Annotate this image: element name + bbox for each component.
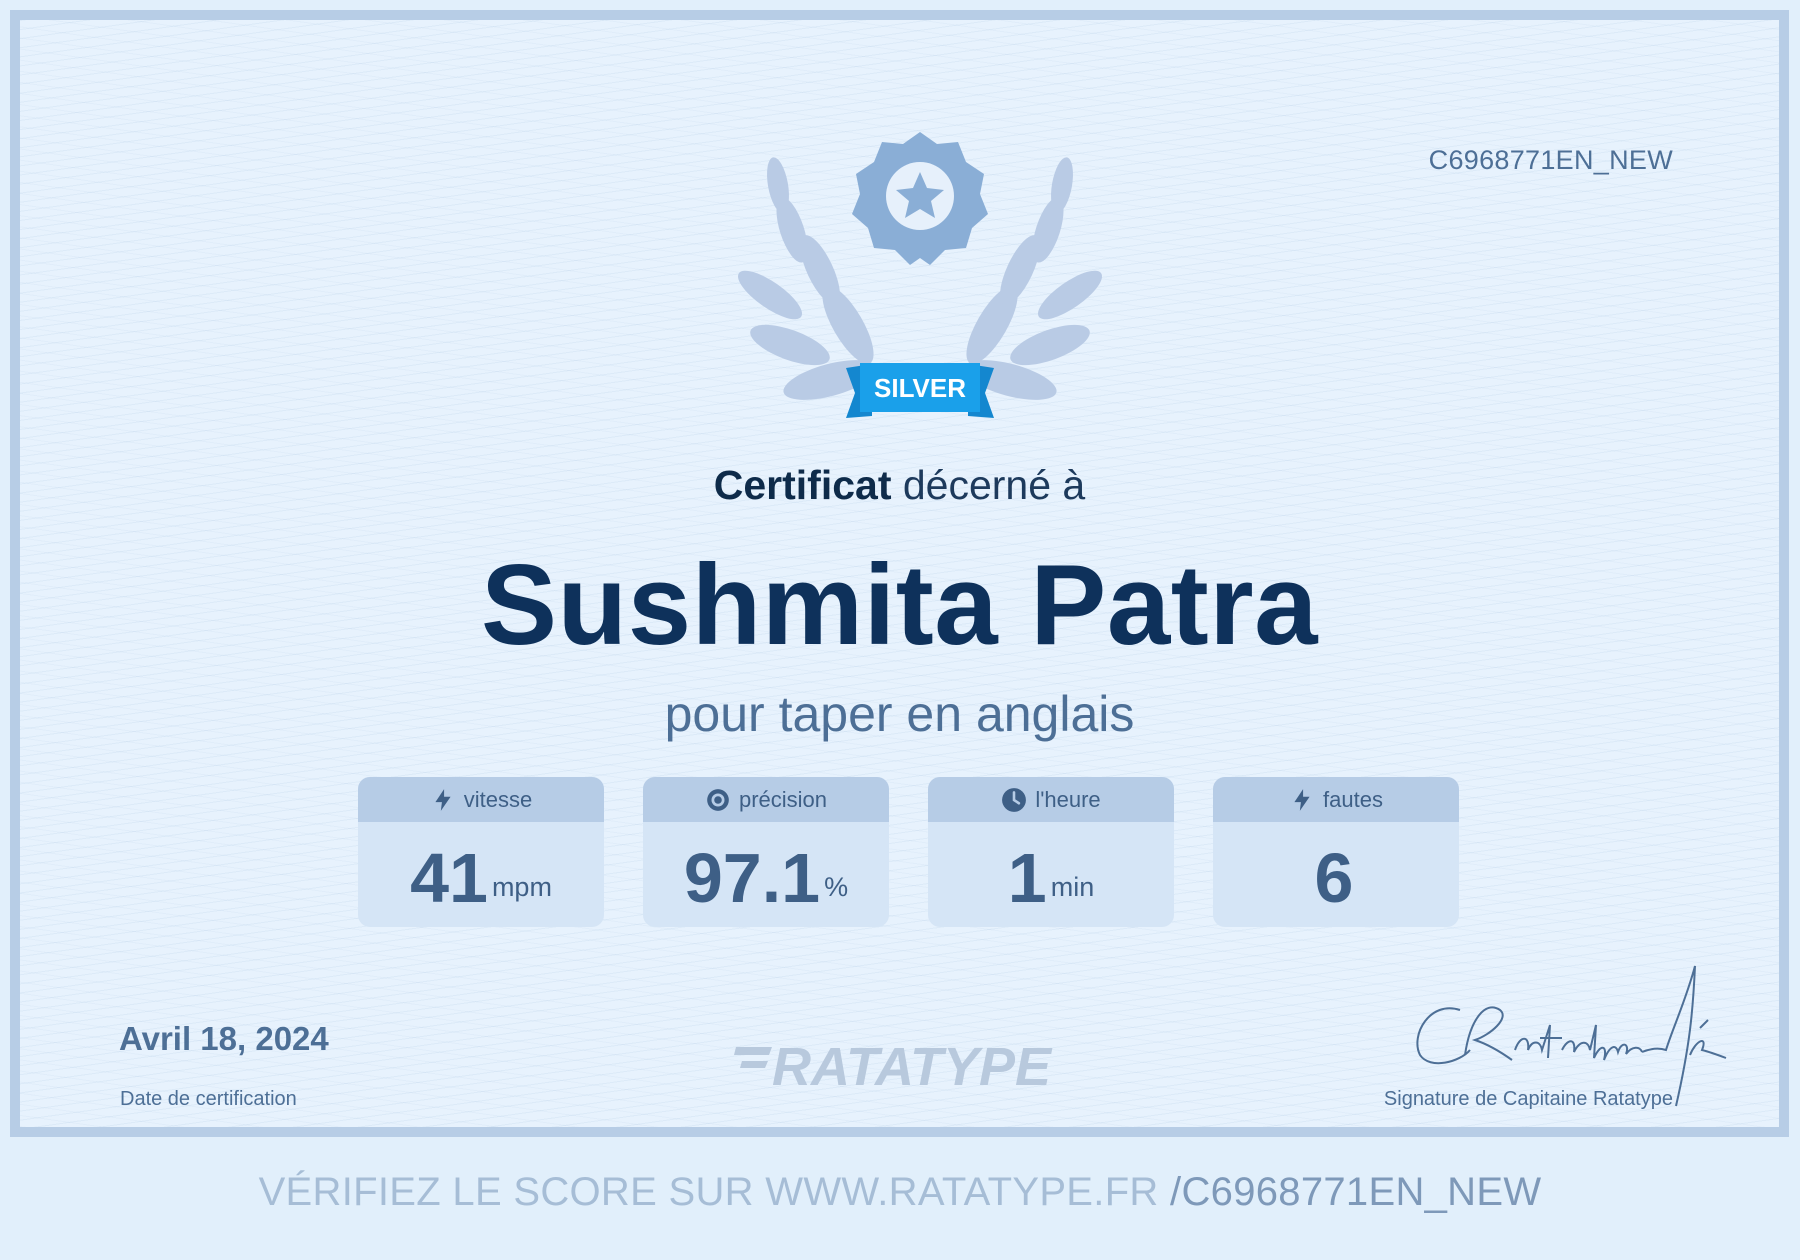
lightning-icon: [1294, 788, 1310, 811]
stat-header: l'heure: [928, 777, 1174, 822]
certificate-title: Certificat décerné à: [20, 462, 1779, 509]
title-bold: Certificat: [713, 462, 892, 508]
verify-footer: VÉRIFIEZ LE SCORE SUR WWW.RATATYPE.FR /C…: [0, 1170, 1800, 1215]
stats-row: vitesse 41 mpm précision 97.1 % l'heure: [358, 777, 1459, 927]
stat-label: vitesse: [463, 786, 533, 812]
verify-code: /C6968771EN_NEW: [1170, 1170, 1542, 1214]
stat-label: l'heure: [1035, 786, 1101, 812]
certificate-subtitle: pour taper en anglais: [664, 686, 1135, 742]
stat-accuracy: précision 97.1 %: [643, 777, 889, 927]
stat-value: 6: [1314, 838, 1354, 917]
stat-header: vitesse: [358, 777, 604, 822]
signature-label: Signature de Capitaine Ratatype: [1383, 1088, 1673, 1110]
badge-label: SILVER: [874, 373, 966, 403]
verify-text: VÉRIFIEZ LE SCORE SUR WWW.RATATYPE.FR: [258, 1170, 1171, 1214]
stat-value: 97.1: [683, 838, 821, 917]
stat-time: l'heure 1 min: [928, 777, 1174, 927]
stat-header: fautes: [1213, 777, 1459, 822]
stat-unit: min: [1050, 872, 1095, 902]
lightning-icon: [435, 788, 451, 811]
stat-unit: %: [824, 872, 849, 902]
logo-text: RATATYPE: [772, 1037, 1053, 1095]
recipient-name: Sushmita Patra: [481, 542, 1318, 669]
certificate: C6968771EN_NEW SILVER Certificat décerné…: [10, 10, 1789, 1137]
star-badge-icon: [852, 132, 988, 265]
stat-label: fautes: [1323, 786, 1383, 812]
target-icon: [707, 788, 729, 811]
stat-value: 1: [1007, 838, 1047, 917]
certification-date: Avril 18, 2024: [119, 1020, 329, 1057]
stat-label: précision: [738, 786, 828, 812]
title-rest: décerné à: [891, 462, 1086, 508]
certificate-code: C6968771EN_NEW: [1428, 145, 1673, 175]
stat-value: 41: [410, 838, 488, 917]
laurel-badge-emblem: SILVER: [737, 132, 1103, 418]
ratatype-logo: RATATYPE: [734, 1037, 1053, 1095]
stat-speed: vitesse 41 mpm: [358, 777, 604, 927]
stat-unit: mpm: [491, 872, 552, 902]
clock-icon: [1002, 787, 1027, 812]
certification-date-label: Date de certification: [120, 1088, 297, 1110]
stat-errors: fautes 6: [1213, 777, 1459, 927]
stat-header: précision: [643, 777, 889, 822]
silver-ribbon: SILVER: [846, 363, 994, 418]
